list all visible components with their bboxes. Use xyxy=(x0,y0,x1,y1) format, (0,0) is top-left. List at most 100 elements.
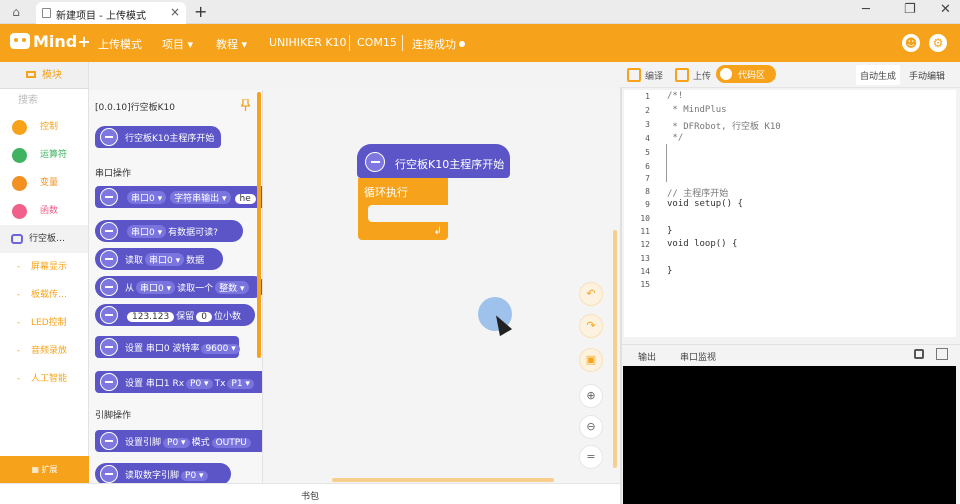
subcategory-ai[interactable]: 人工智能 xyxy=(0,365,88,393)
output-terminal[interactable] xyxy=(623,366,956,504)
file-icon xyxy=(42,8,51,18)
tab-serial-monitor[interactable]: 串口监视 xyxy=(680,350,716,363)
status-dot-icon xyxy=(459,41,465,47)
line-number: 13 xyxy=(640,254,650,263)
block-flyout: [0.0.10]行空板K10 行空板K10主程序开始 串口操作 串口0 ▾ 字符串… xyxy=(89,90,263,483)
header-divider xyxy=(349,35,350,51)
subcategory-audio[interactable]: 音频录放 xyxy=(0,337,88,365)
text-caret xyxy=(666,144,667,182)
zoom-out-icon[interactable]: ⊖ xyxy=(579,415,603,439)
category-unihiker-k10[interactable]: 行空板… xyxy=(0,225,88,253)
block-serial-output[interactable]: 串口0 ▾ 字符串输出 ▾ he xyxy=(95,186,262,208)
workspace-horizontal-scrollbar[interactable] xyxy=(332,478,554,482)
menu-upload-mode[interactable]: 上传模式 xyxy=(98,36,142,52)
menu-tutorial[interactable]: 教程 ▾ xyxy=(216,36,247,52)
subcategory-screen[interactable]: 屏幕显示 xyxy=(0,253,88,281)
block-set-pin[interactable]: 设置引脚 P0 ▾ 模式 OUTPU xyxy=(95,430,262,452)
tab-manual-edit[interactable]: 手动编辑 xyxy=(905,65,949,85)
block-set-baud[interactable]: 设置 串口0 波特率 9600 ▾ xyxy=(95,336,240,358)
k10-icon xyxy=(100,306,118,324)
tab-auto-generate[interactable]: 自动生成 xyxy=(856,65,901,85)
home-icon[interactable]: ⌂ xyxy=(6,4,26,20)
code-line: // 主程序开始 xyxy=(667,189,729,199)
k10-icon xyxy=(100,338,118,356)
code-area-toggle[interactable]: 代码区 xyxy=(716,65,776,83)
minimize-button[interactable]: ─ xyxy=(862,2,870,17)
workspace-loop-block[interactable]: 循环执行 ↲ xyxy=(358,178,448,240)
workspace-main-start-block[interactable]: 行空板K10主程序开始 xyxy=(357,144,510,178)
k10-icon xyxy=(100,250,118,268)
category-control[interactable]: 控制 xyxy=(0,113,88,141)
connection-status[interactable]: 连接成功 xyxy=(412,36,465,52)
reset-zoom-icon[interactable]: = xyxy=(579,445,603,469)
line-number: 5 xyxy=(645,148,650,157)
modules-icon xyxy=(26,71,36,78)
subcategory-sensors[interactable]: 板载传… xyxy=(0,281,88,309)
k10-icon xyxy=(365,152,385,172)
mindplus-logo: Mind+ xyxy=(10,32,91,54)
new-tab-button[interactable]: + xyxy=(194,2,207,21)
block-read-one[interactable]: 从串口0 ▾ 读取一个 整数 ▾ xyxy=(95,276,262,298)
flyout-version-label: [0.0.10]行空板K10 xyxy=(95,103,176,113)
upload-button[interactable]: 上传 xyxy=(675,68,711,82)
pin-icon[interactable] xyxy=(241,99,250,111)
compile-button[interactable]: 编译 xyxy=(627,68,663,82)
block-serial-available[interactable]: 串口0 ▾ 有数据可读? xyxy=(95,220,243,242)
code-line: } xyxy=(667,266,673,276)
line-number: 11 xyxy=(640,227,650,236)
category-operators[interactable]: 运算符 xyxy=(0,141,88,169)
menu-port[interactable]: COM15 xyxy=(357,36,397,49)
k10-icon xyxy=(100,465,118,483)
screenshot-icon[interactable]: ▣ xyxy=(579,348,603,372)
extensions-button[interactable]: ▦ 扩展 xyxy=(0,456,89,483)
block-set-serial1[interactable]: 设置 串口1 Rx P0 ▾ Tx P1 ▾ xyxy=(95,371,262,393)
lock-icon[interactable] xyxy=(914,349,924,359)
maximize-button[interactable]: ❐ xyxy=(904,2,916,17)
modules-header[interactable]: 模块 xyxy=(0,62,88,89)
block-round[interactable]: 123.123 保留 0 位小数 xyxy=(95,304,255,326)
line-number: 10 xyxy=(640,214,650,223)
flyout-scrollbar[interactable] xyxy=(257,92,261,358)
tab-title: 新建项目 - 上传模式 xyxy=(56,11,146,22)
category-functions[interactable]: 函数 xyxy=(0,197,88,225)
category-variables[interactable]: 变量 xyxy=(0,169,88,197)
close-window-button[interactable]: ✕ xyxy=(940,2,951,17)
code-line: * MindPlus xyxy=(667,105,727,115)
block-read-serial[interactable]: 读取 串口0 ▾ 数据 xyxy=(95,248,223,270)
panel-divider[interactable] xyxy=(620,88,622,504)
eye-icon xyxy=(720,68,732,80)
line-number: 7 xyxy=(645,174,650,183)
line-number: 12 xyxy=(640,240,650,249)
code-editor[interactable]: 1 2 3 4 5 6 7 8 9 10 11 12 13 14 15 /*! … xyxy=(624,90,956,337)
workspace-vertical-scrollbar[interactable] xyxy=(613,230,617,468)
robot-icon[interactable]: ☻ xyxy=(902,34,920,52)
block-read-digital[interactable]: 读取数字引脚 P0 ▾ xyxy=(95,463,231,483)
tab-output[interactable]: 输出 xyxy=(633,350,661,368)
line-number: 4 xyxy=(645,134,650,143)
tab-close-icon[interactable]: × xyxy=(170,5,180,19)
undo-icon[interactable]: ↶ xyxy=(579,282,603,306)
code-line: void loop() { xyxy=(667,239,738,249)
k10-icon xyxy=(100,278,118,296)
k10-icon xyxy=(100,432,118,450)
code-line: */ xyxy=(667,133,684,143)
category-search-input[interactable]: 搜索 xyxy=(0,89,88,113)
subcategory-led[interactable]: LED控制 xyxy=(0,309,88,337)
menu-project[interactable]: 项目 ▾ xyxy=(162,36,193,52)
tab-project[interactable]: 新建项目 - 上传模式 × xyxy=(36,2,186,24)
block-main-start[interactable]: 行空板K10主程序开始 xyxy=(95,126,221,148)
clear-output-icon[interactable] xyxy=(936,348,948,360)
backpack-label: 书包 xyxy=(301,492,320,502)
gear-icon[interactable]: ⚙ xyxy=(929,34,947,52)
control-dot-icon xyxy=(12,120,27,135)
redo-icon[interactable]: ↷ xyxy=(579,314,603,338)
line-number: 8 xyxy=(645,187,650,196)
zoom-in-icon[interactable]: ⊕ xyxy=(579,384,603,408)
code-line: void setup() { xyxy=(667,199,743,209)
code-line: /*! xyxy=(667,91,684,101)
backpack-bar[interactable]: 书包 xyxy=(0,483,620,504)
output-tab-bar: 输出 串口监视 xyxy=(622,344,960,368)
line-number: 1 xyxy=(645,92,650,101)
variables-dot-icon xyxy=(12,176,27,191)
menu-board[interactable]: UNIHIKER K10 xyxy=(269,36,347,49)
